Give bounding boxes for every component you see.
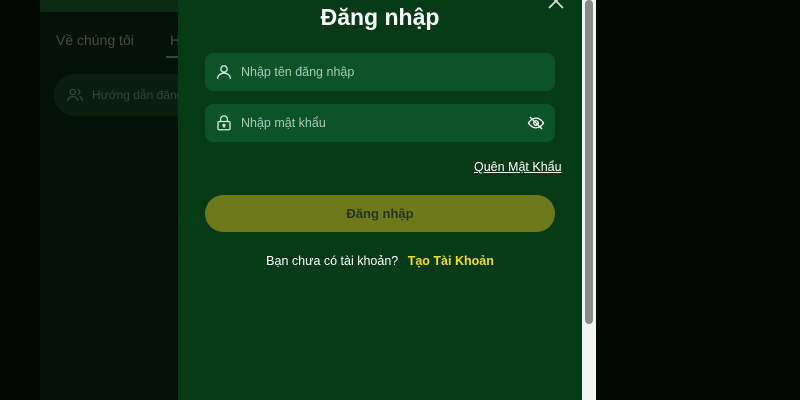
lock-icon	[215, 114, 233, 132]
signup-row: Bạn chưa có tài khoản? Tạo Tài Khoản	[178, 254, 582, 268]
modal-title: Đăng nhập	[320, 4, 440, 30]
backdrop-left	[0, 0, 40, 400]
screen: Về chúng tôi H Hướng dẫn đăng Đăng nhập	[0, 0, 800, 400]
users-icon	[67, 88, 83, 102]
password-field[interactable]	[205, 104, 555, 142]
guide-label: Hướng dẫn đăng	[92, 88, 184, 102]
password-input[interactable]	[241, 116, 511, 130]
user-icon	[215, 63, 233, 81]
forgot-password-link[interactable]: Quên Mật Khẩu	[474, 160, 562, 174]
no-account-text: Bạn chưa có tài khoản?	[266, 254, 399, 268]
username-input[interactable]	[241, 65, 511, 79]
username-field[interactable]	[205, 53, 555, 91]
nav-about: Về chúng tôi	[56, 32, 134, 48]
eye-off-icon[interactable]	[527, 114, 545, 132]
login-button[interactable]: Đăng nhập	[205, 195, 555, 232]
backdrop-right	[596, 0, 800, 400]
create-account-link[interactable]: Tạo Tài Khoản	[408, 254, 494, 268]
scrollbar-thumb[interactable]	[585, 0, 593, 324]
